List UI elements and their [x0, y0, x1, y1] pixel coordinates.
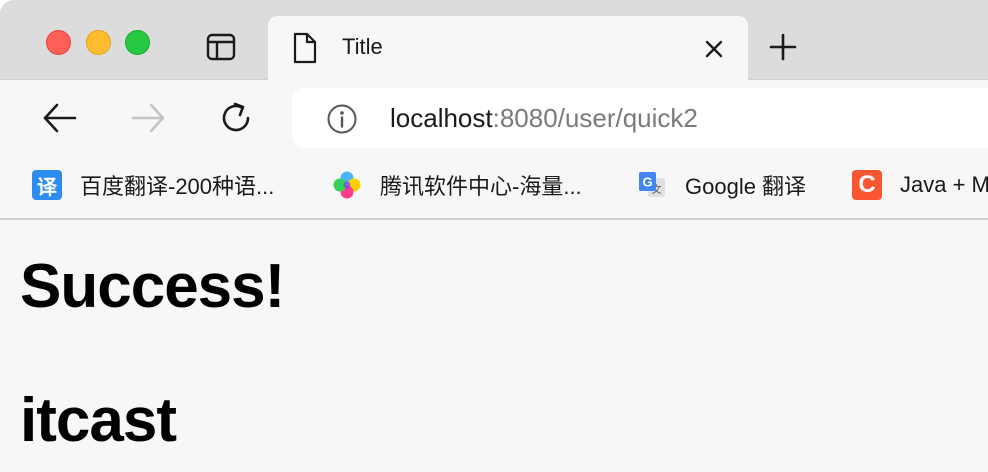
close-window-button[interactable] — [46, 30, 71, 55]
back-icon[interactable] — [41, 99, 79, 137]
reload-icon[interactable] — [217, 99, 255, 137]
tab-active[interactable]: Title — [268, 16, 748, 80]
info-icon[interactable] — [326, 103, 358, 135]
sidebar-icon — [206, 33, 236, 61]
url-host: localhost — [390, 103, 493, 133]
url-text[interactable]: localhost:8080/user/quick2 — [390, 103, 698, 134]
tab-title: Title — [342, 34, 383, 59]
new-tab-icon[interactable] — [768, 32, 798, 62]
google-translate-icon: 文 G — [639, 172, 665, 197]
browser-window: Title localhost:8080/user/quick2 译 百度翻译-… — [0, 0, 988, 472]
bookmark-label: Java + M — [900, 172, 988, 197]
bookmark-baidu-fanyi[interactable]: 译 百度翻译-200种语... — [32, 168, 274, 202]
csdn-icon: C — [852, 170, 882, 200]
qq-software-icon — [333, 171, 361, 199]
bookmark-google-translate[interactable]: 文 G Google 翻译 — [637, 168, 806, 202]
page-heading-success: Success! — [20, 252, 285, 321]
address-bar[interactable]: localhost:8080/user/quick2 — [292, 88, 988, 148]
page-heading-itcast: itcast — [20, 386, 177, 455]
document-icon — [293, 32, 317, 64]
bookmark-label: 腾讯软件中心-海量... — [380, 174, 582, 199]
page-content: Success! itcast — [0, 222, 988, 472]
minimize-window-button[interactable] — [86, 30, 111, 55]
sidebar-toggle-button[interactable] — [205, 33, 237, 61]
tab-strip: Title — [0, 0, 988, 80]
fanyi-icon: 译 — [32, 170, 62, 200]
forward-icon[interactable] — [129, 99, 167, 137]
close-tab-icon[interactable] — [702, 37, 726, 61]
toolbar: localhost:8080/user/quick2 — [0, 80, 988, 156]
zoom-window-button[interactable] — [125, 30, 150, 55]
url-path: :8080/user/quick2 — [492, 103, 698, 133]
bookmark-tencent-software[interactable]: 腾讯软件中心-海量... — [332, 168, 582, 202]
bookmark-label: Google 翻译 — [685, 174, 807, 199]
bookmark-label: 百度翻译-200种语... — [80, 174, 275, 199]
bookmark-csdn[interactable]: C Java + M — [852, 168, 988, 202]
bookmarks-bar: 译 百度翻译-200种语... 腾讯软件中心-海量... 文 G Google … — [0, 156, 988, 220]
svg-text:G: G — [642, 175, 652, 190]
